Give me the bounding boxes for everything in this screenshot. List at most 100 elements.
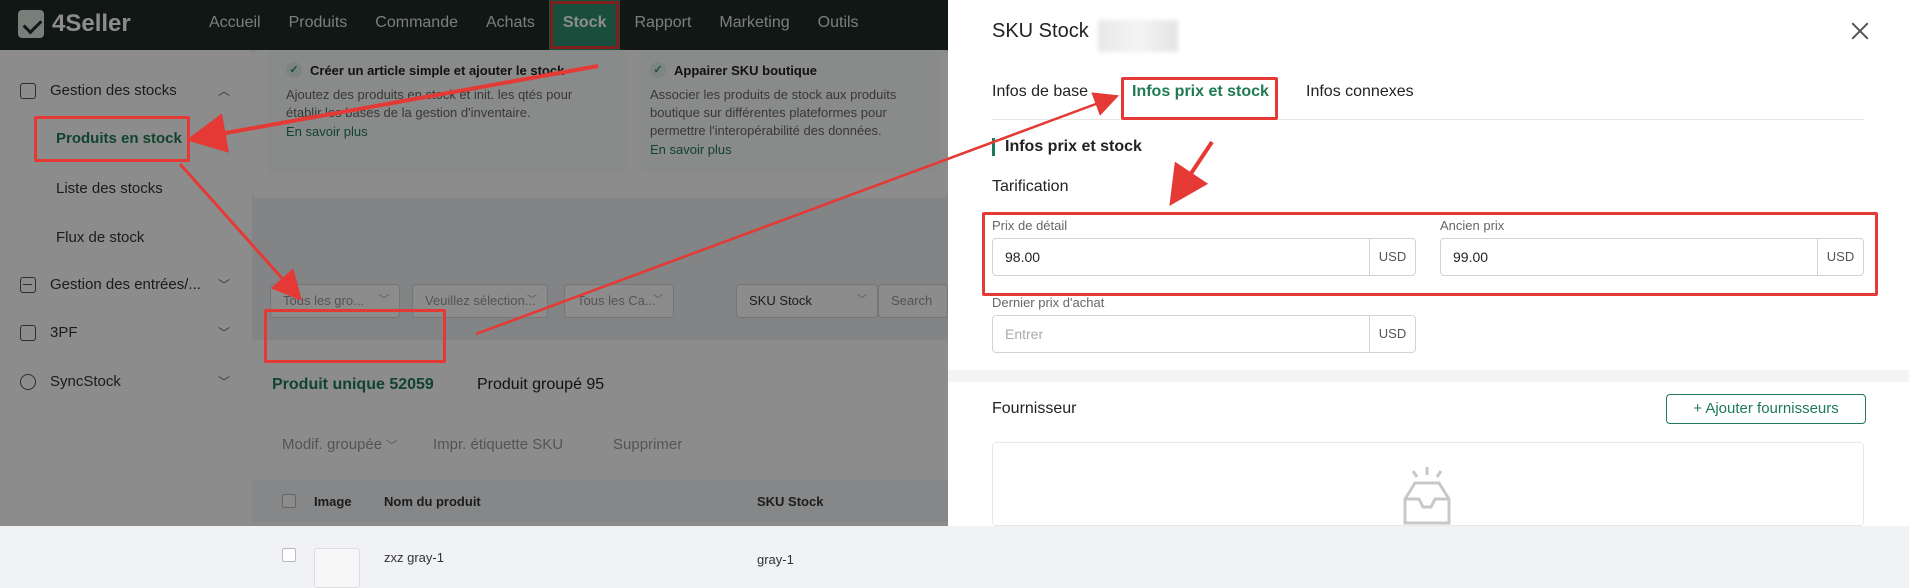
- nav-item-commande[interactable]: Commande: [361, 0, 472, 50]
- category-filter-select[interactable]: Tous les Ca... ﹀: [564, 284, 674, 318]
- check-icon: ✓: [650, 62, 666, 78]
- status-filter-select[interactable]: Veuillez sélection... ﹀: [412, 284, 548, 318]
- main-nav: Accueil Produits Commande Achats Stock R…: [195, 0, 873, 50]
- sidebar-item-stock-list[interactable]: Liste des stocks: [56, 180, 163, 197]
- search-placeholder: Search: [891, 293, 933, 308]
- delete-button[interactable]: Supprimer: [613, 436, 682, 453]
- nav-item-stock[interactable]: Stock: [548, 0, 621, 50]
- empty-supplier-list: [992, 442, 1864, 526]
- retail-price-field: USD: [992, 238, 1416, 276]
- chevron-down-icon: ﹀: [653, 295, 663, 306]
- chevron-down-icon: ﹀: [857, 295, 867, 306]
- nav-item-outils[interactable]: Outils: [804, 0, 873, 50]
- filter-value: SKU Stock: [749, 293, 812, 308]
- inbound-icon: [20, 276, 36, 293]
- last-purchase-price-label: Dernier prix d'achat: [992, 295, 1105, 310]
- learn-more-link[interactable]: En savoir plus: [650, 142, 732, 157]
- select-all-checkbox[interactable]: [282, 494, 296, 508]
- learn-more-link[interactable]: En savoir plus: [286, 124, 368, 139]
- tab-related-info[interactable]: Infos connexes: [1306, 64, 1414, 120]
- group-filter-select[interactable]: Tous les gro... ﹀: [270, 284, 400, 318]
- tip-title-text: Créer un article simple et ajouter le st…: [310, 62, 565, 78]
- close-icon[interactable]: [1849, 20, 1871, 42]
- logo-icon: [18, 10, 44, 38]
- nav-item-rapport[interactable]: Rapport: [620, 0, 705, 50]
- sidebar-group-label: Gestion des entrées/...: [50, 276, 201, 293]
- product-sku: gray-1: [757, 552, 794, 567]
- bulk-edit-button[interactable]: Modif. groupée ﹀: [282, 436, 397, 453]
- drawer-body: SKU Stock Infos de base Infos prix et st…: [948, 0, 1909, 370]
- old-price-field: USD: [1440, 238, 1864, 276]
- nav-item-produits[interactable]: Produits: [275, 0, 362, 50]
- sidebar-item-products-in-stock[interactable]: Produits en stock: [56, 130, 182, 147]
- sidebar-group-inbound[interactable]: Gestion des entrées/... ﹀: [20, 276, 230, 293]
- currency-suffix: USD: [1369, 239, 1415, 275]
- pricing-heading: Tarification: [992, 178, 1069, 195]
- section-title: Infos prix et stock: [992, 138, 1142, 156]
- drawer-title: SKU Stock: [992, 20, 1089, 42]
- product-thumbnail: [314, 548, 360, 588]
- filter-value: Tous les Ca...: [577, 293, 656, 308]
- sku-detail-drawer: SKU Stock Infos de base Infos prix et st…: [948, 0, 1909, 526]
- main-content: ✓ Créer un article simple et ajouter le …: [252, 50, 948, 588]
- sidebar-group-label: Gestion des stocks: [50, 82, 177, 99]
- filter-value: Tous les gro...: [283, 293, 364, 308]
- tip-card-create: ✓ Créer un article simple et ajouter le …: [266, 50, 626, 174]
- supplier-title: Fournisseur: [992, 400, 1077, 417]
- sidebar-group-syncstock[interactable]: SyncStock ﹀: [20, 373, 230, 390]
- tip-desc-line: boutique sur différentes plateformes pou…: [650, 105, 887, 120]
- drawer-tabs: Infos de base Infos prix et stock Infos …: [992, 64, 1864, 120]
- chevron-up-icon: ︿: [217, 84, 230, 98]
- tab-basic-info[interactable]: Infos de base: [992, 64, 1088, 120]
- tab-grouped-product[interactable]: Produit groupé 95: [477, 376, 604, 394]
- tip-description: Associer les produits de stock aux produ…: [650, 86, 970, 140]
- last-purchase-price-input[interactable]: [993, 316, 1369, 352]
- tip-desc-line: Associer les produits de stock aux produ…: [650, 87, 897, 102]
- sidebar-item-stock-flow[interactable]: Flux de stock: [56, 229, 144, 246]
- retail-price-input[interactable]: [993, 239, 1369, 275]
- filter-value: Veuillez sélection...: [425, 293, 536, 308]
- chevron-down-icon: ﹀: [217, 326, 230, 340]
- tab-single-product[interactable]: Produit unique 52059: [272, 376, 434, 394]
- check-icon: ✓: [286, 62, 302, 78]
- bulk-edit-label: Modif. groupée: [282, 436, 383, 453]
- logo-text: 4Seller: [52, 10, 131, 37]
- old-price-input[interactable]: [1441, 239, 1817, 275]
- tip-desc-line: Ajoutez des produits en stock et init. l…: [286, 87, 573, 102]
- chevron-down-icon: ﹀: [217, 278, 230, 292]
- sync-icon: [20, 373, 36, 390]
- column-header-name: Nom du produit: [384, 494, 481, 509]
- sku-type-select[interactable]: SKU Stock ﹀: [736, 284, 878, 318]
- retail-price-label: Prix de détail: [992, 218, 1068, 233]
- currency-suffix: USD: [1817, 239, 1863, 275]
- sidebar-group-3pf[interactable]: 3PF ﹀: [20, 324, 230, 341]
- sidebar: Gestion des stocks ︿ Produits en stock L…: [0, 50, 252, 526]
- chevron-down-icon: ﹀: [379, 295, 389, 306]
- tip-desc-line: permettre l'interopérabilité des données…: [650, 123, 882, 138]
- search-input[interactable]: Search: [878, 284, 948, 318]
- supplier-section: Fournisseur + Ajouter fournisseurs: [948, 382, 1909, 526]
- chevron-down-icon: ﹀: [527, 295, 537, 306]
- tip-description: Ajoutez des produits en stock et init. l…: [286, 86, 606, 122]
- inventory-icon: [20, 82, 36, 99]
- nav-item-accueil[interactable]: Accueil: [195, 0, 275, 50]
- 3pf-icon: [20, 324, 36, 341]
- tip-card-pair: ✓ Appairer SKU boutique Associer les pro…: [640, 50, 940, 174]
- sidebar-group-label: SyncStock: [50, 373, 121, 390]
- row-checkbox[interactable]: [282, 548, 296, 562]
- tip-title-text: Appairer SKU boutique: [674, 62, 818, 78]
- add-supplier-button[interactable]: + Ajouter fournisseurs: [1666, 394, 1866, 424]
- product-name: zxz gray-1: [384, 550, 444, 565]
- sidebar-group-stock-management[interactable]: Gestion des stocks ︿: [20, 82, 230, 99]
- chevron-down-icon: ﹀: [217, 375, 230, 389]
- chevron-down-icon: ﹀: [386, 440, 398, 452]
- tip-desc-line: établir les bases de la gestion d'invent…: [286, 105, 531, 120]
- nav-item-achats[interactable]: Achats: [472, 0, 549, 50]
- tip-title: ✓ Appairer SKU boutique: [650, 62, 817, 78]
- redacted-sku-value: [1098, 20, 1178, 52]
- app-logo[interactable]: 4Seller: [18, 10, 131, 38]
- old-price-label: Ancien prix: [1440, 218, 1505, 233]
- tab-price-stock[interactable]: Infos prix et stock: [1132, 64, 1269, 120]
- nav-item-marketing[interactable]: Marketing: [705, 0, 803, 50]
- print-sku-label-button[interactable]: Impr. étiquette SKU: [433, 436, 563, 453]
